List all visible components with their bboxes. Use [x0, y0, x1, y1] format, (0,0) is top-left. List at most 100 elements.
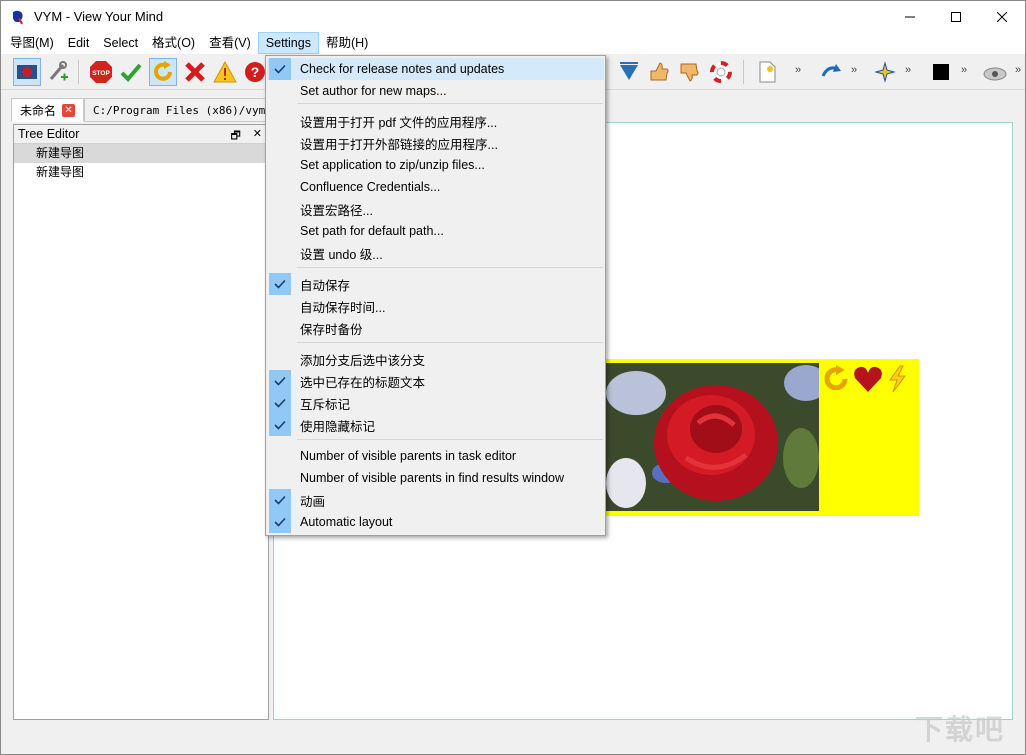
arrow-down-flag-button[interactable]	[615, 58, 643, 86]
menu-view[interactable]: 查看(V)	[202, 32, 258, 54]
tab-bar: 未命名 ✕ C:/Program Files (x86)/vym/	[11, 98, 281, 122]
menu-exclusive-flags[interactable]: 互斥标记	[267, 392, 604, 414]
minimize-icon	[905, 16, 915, 17]
tree-editor-panel: Tree Editor 🗗 ✕ 新建导图 新建导图	[13, 124, 269, 720]
toolbar-overflow-5[interactable]: »	[1015, 64, 1021, 76]
menu-map[interactable]: 导图(M)	[3, 32, 61, 54]
menu-autosave[interactable]: 自动保存	[267, 273, 604, 295]
black-square-icon	[933, 64, 949, 80]
menu-select[interactable]: Select	[96, 32, 145, 54]
checkmark-icon	[269, 414, 291, 436]
checkbox-slot	[269, 348, 291, 370]
refresh-flag-button[interactable]	[149, 58, 177, 86]
map-node-image[interactable]	[606, 359, 919, 516]
menu-item-label: Set path for default path...	[300, 224, 444, 238]
menu-bar: 导图(M) Edit Select 格式(O) 查看(V) Settings 帮…	[1, 32, 1025, 54]
svg-text:STOP: STOP	[92, 70, 110, 77]
menu-item-label: 自动保存时间...	[300, 300, 386, 315]
checkbox-slot	[269, 467, 291, 489]
tree-editor-header: Tree Editor 🗗 ✕	[14, 125, 268, 144]
menu-default-path[interactable]: Set path for default path...	[267, 220, 604, 242]
menu-item-label: 设置用于打开 pdf 文件的应用程序...	[300, 115, 498, 130]
warning-flag-button[interactable]	[211, 58, 239, 86]
menu-item-label: Confluence Credentials...	[300, 180, 441, 194]
checkbox-slot	[269, 154, 291, 176]
menu-autosave-time[interactable]: 自动保存时间...	[267, 295, 604, 317]
settings-dropdown: Check for release notes and updates Set a…	[265, 55, 606, 536]
menu-confluence-credentials[interactable]: Confluence Credentials...	[267, 176, 604, 198]
menu-item-label: 设置 undo 级...	[300, 247, 383, 262]
hide-button[interactable]	[981, 58, 1009, 86]
mask-icon	[983, 67, 1007, 81]
menu-visible-parents-task[interactable]: Number of visible parents in task editor	[267, 445, 604, 467]
maximize-button[interactable]	[933, 1, 979, 32]
menu-use-hidden-flags[interactable]: 使用隐藏标记	[267, 414, 604, 436]
menu-select-existing-heading[interactable]: 选中已存在的标题文本	[267, 370, 604, 392]
note-icon	[759, 61, 776, 83]
menu-link-app[interactable]: 设置用于打开外部链接的应用程序...	[267, 132, 604, 154]
menu-item-label: Number of visible parents in task editor	[300, 449, 517, 463]
menu-set-author[interactable]: Set author for new maps...	[267, 80, 604, 102]
menu-macro-path[interactable]: 设置宏路径...	[267, 198, 604, 220]
ok-flag-button[interactable]	[117, 58, 145, 86]
menu-zip-app[interactable]: Set application to zip/unzip files...	[267, 154, 604, 176]
toolbar-overflow-3[interactable]: »	[905, 64, 911, 76]
tab-untitled[interactable]: 未命名 ✕	[11, 98, 85, 122]
checkmark-icon	[269, 511, 291, 533]
tab-path[interactable]: C:/Program Files (x86)/vym/	[84, 98, 281, 122]
new-note-button[interactable]	[753, 58, 781, 86]
lifebuoy-icon	[710, 61, 732, 83]
tree-row[interactable]: 新建导图	[14, 144, 268, 163]
menu-separator	[297, 342, 603, 343]
menu-select-new-branch[interactable]: 添加分支后选中该分支	[267, 348, 604, 370]
stop-icon: STOP	[90, 61, 112, 83]
sparkle-button[interactable]	[871, 58, 899, 86]
thumb-down-flag-button[interactable]	[675, 58, 703, 86]
float-panel-icon[interactable]: 🗗	[230, 127, 240, 146]
toolbar-overflow-2[interactable]: »	[851, 64, 857, 76]
menu-help[interactable]: 帮助(H)	[319, 32, 375, 54]
menu-item-label: Check for release notes and updates	[300, 62, 505, 76]
menu-item-label: Set application to zip/unzip files...	[300, 158, 485, 172]
thumb-up-flag-button[interactable]	[645, 58, 673, 86]
checkmark-icon	[120, 63, 142, 82]
checkbox-slot	[269, 110, 291, 132]
minimize-button[interactable]	[887, 1, 933, 32]
checkbox-slot	[269, 198, 291, 220]
lifebuoy-flag-button[interactable]	[707, 58, 735, 86]
menu-item-label: 添加分支后选中该分支	[300, 353, 426, 368]
menu-pdf-app[interactable]: 设置用于打开 pdf 文件的应用程序...	[267, 110, 604, 132]
toolbar-overflow-4[interactable]: »	[961, 64, 967, 76]
stop-flag-button[interactable]: STOP	[87, 58, 115, 86]
image-toolbar-button[interactable]	[13, 58, 41, 86]
link-branch-button[interactable]	[817, 58, 845, 86]
add-tool-button[interactable]	[44, 58, 72, 86]
menu-item-label: 自动保存	[300, 278, 351, 293]
wrench-add-icon	[49, 61, 68, 81]
menu-automatic-layout[interactable]: Automatic layout	[267, 511, 604, 533]
tree-editor-title: Tree Editor	[18, 127, 80, 141]
close-panel-icon[interactable]: ✕	[253, 127, 262, 146]
menu-separator	[297, 103, 603, 104]
checkbox-slot	[269, 220, 291, 242]
menu-check-release-notes[interactable]: Check for release notes and updates	[267, 58, 604, 80]
tree-row[interactable]: 新建导图	[14, 163, 268, 182]
menu-undo-levels[interactable]: 设置 undo 级...	[267, 242, 604, 264]
close-button[interactable]	[979, 1, 1025, 32]
svg-text:?: ?	[251, 64, 260, 80]
menu-settings[interactable]: Settings	[257, 32, 319, 54]
menu-visible-parents-find[interactable]: Number of visible parents in find result…	[267, 467, 604, 489]
toolbar-overflow-1[interactable]: »	[795, 64, 801, 76]
menu-item-label: Automatic layout	[300, 515, 393, 529]
color-button[interactable]	[927, 58, 955, 86]
cross-flag-button[interactable]	[181, 58, 209, 86]
checkbox-slot	[269, 132, 291, 154]
menu-format[interactable]: 格式(O)	[145, 32, 202, 54]
tab-close-icon[interactable]: ✕	[62, 103, 76, 117]
menu-edit[interactable]: Edit	[61, 32, 97, 54]
menu-separator	[297, 439, 603, 440]
menu-backup-on-save[interactable]: 保存时备份	[267, 317, 604, 339]
menu-animation[interactable]: 动画	[267, 489, 604, 511]
window-title: VYM - View Your Mind	[34, 9, 164, 24]
checkmark-icon	[269, 370, 291, 392]
